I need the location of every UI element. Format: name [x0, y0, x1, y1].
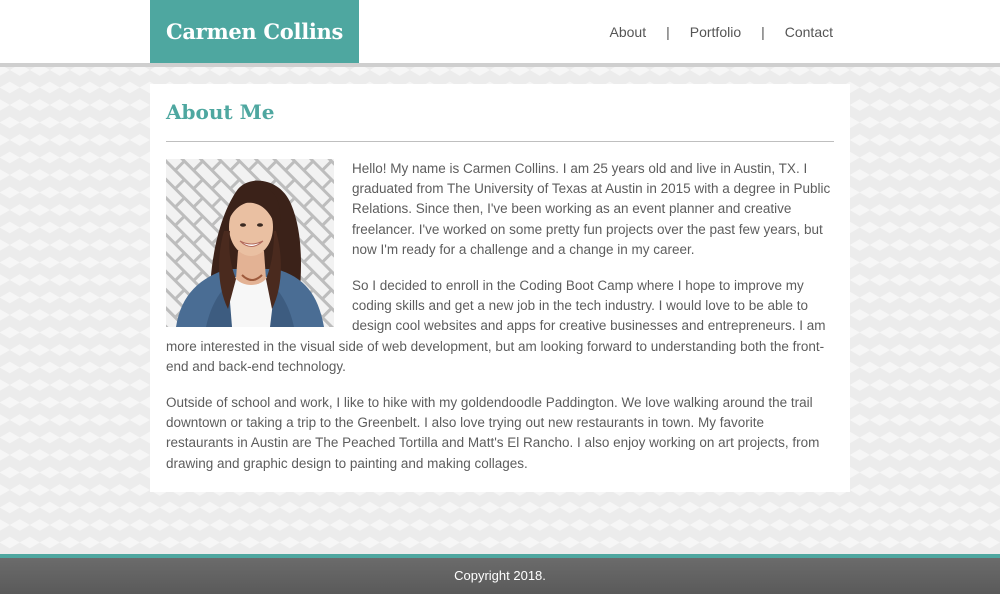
- site-footer: Copyright 2018.: [0, 554, 1000, 594]
- main-nav: About | Portfolio | Contact: [610, 24, 833, 40]
- title-divider: [166, 141, 834, 142]
- page-title: About Me: [166, 100, 275, 124]
- profile-photo: [166, 159, 334, 327]
- site-header: Carmen Collins About | Portfolio | Conta…: [0, 0, 1000, 67]
- about-section: About Me Hello! My name is Carmen Collin…: [150, 84, 850, 492]
- nav-link-contact[interactable]: Contact: [785, 24, 833, 40]
- bio-paragraph-3: Outside of school and work, I like to hi…: [166, 395, 820, 471]
- nav-separator: |: [666, 24, 670, 40]
- nav-link-about[interactable]: About: [610, 24, 647, 40]
- copyright-text: Copyright 2018.: [454, 568, 546, 583]
- nav-separator: |: [761, 24, 765, 40]
- nav-link-portfolio[interactable]: Portfolio: [690, 24, 741, 40]
- site-brand[interactable]: Carmen Collins: [150, 0, 359, 63]
